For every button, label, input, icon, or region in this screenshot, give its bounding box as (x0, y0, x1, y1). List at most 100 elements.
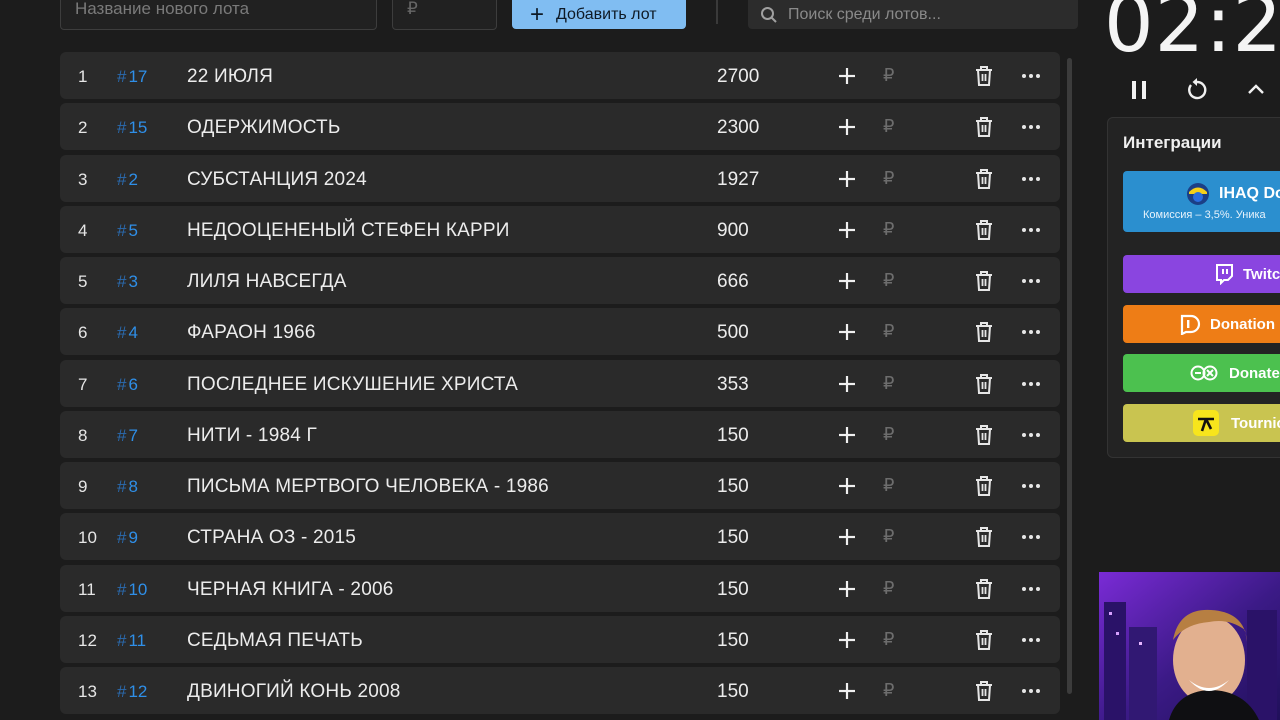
lot-title[interactable]: НЕДООЦЕНЕНЫЙ СТЕФЕН КАРРИ (187, 220, 510, 242)
trash-icon[interactable] (974, 578, 994, 600)
add-amount-icon[interactable] (836, 219, 858, 241)
lot-amount[interactable]: 500 (717, 322, 749, 344)
trash-icon[interactable] (974, 680, 994, 702)
lot-id[interactable]: #5 (117, 221, 138, 241)
lot-row[interactable]: 3 #2 СУБСТАНЦИЯ 2024 1927 ₽ (60, 154, 1060, 202)
more-icon[interactable] (1020, 169, 1042, 189)
trash-icon[interactable] (974, 373, 994, 395)
lot-amount[interactable]: 2700 (717, 66, 759, 88)
lot-title[interactable]: НИТИ - 1984 Г (187, 425, 317, 447)
chevron-up-icon[interactable] (1244, 78, 1268, 102)
trash-icon[interactable] (974, 629, 994, 651)
lot-amount[interactable]: 666 (717, 271, 749, 293)
more-icon[interactable] (1020, 374, 1042, 394)
lot-amount[interactable]: 150 (717, 476, 749, 498)
pause-icon[interactable] (1127, 78, 1151, 102)
lot-row[interactable]: 8 #7 НИТИ - 1984 Г 150 ₽ (60, 410, 1060, 458)
more-icon[interactable] (1020, 322, 1042, 342)
lot-id[interactable]: #4 (117, 323, 138, 343)
ruble-icon[interactable]: ₽ (883, 629, 894, 650)
lot-amount[interactable]: 150 (717, 425, 749, 447)
lot-name-input[interactable]: Название нового лота (60, 0, 377, 30)
lot-title[interactable]: ОДЕРЖИМОСТЬ (187, 117, 341, 139)
ruble-icon[interactable]: ₽ (883, 168, 894, 189)
add-amount-icon[interactable] (836, 526, 858, 548)
lot-id[interactable]: #2 (117, 170, 138, 190)
more-icon[interactable] (1020, 271, 1042, 291)
more-icon[interactable] (1020, 527, 1042, 547)
more-icon[interactable] (1020, 220, 1042, 240)
add-amount-icon[interactable] (836, 680, 858, 702)
more-icon[interactable] (1020, 630, 1042, 650)
trash-icon[interactable] (974, 475, 994, 497)
twitch-integration-button[interactable]: Twitc (1123, 255, 1280, 293)
trash-icon[interactable] (974, 219, 994, 241)
lot-row[interactable]: 5 #3 ЛИЛЯ НАВСЕГДА 666 ₽ (60, 257, 1060, 304)
lot-row[interactable]: 2 #15 ОДЕРЖИМОСТЬ 2300 ₽ (60, 103, 1060, 151)
add-amount-icon[interactable] (836, 373, 858, 395)
lot-row[interactable]: 11 #10 ЧЕРНАЯ КНИГА - 2006 150 ₽ (60, 564, 1060, 612)
add-amount-icon[interactable] (836, 65, 858, 87)
lot-title[interactable]: ЧЕРНАЯ КНИГА - 2006 (187, 579, 394, 601)
lot-title[interactable]: СЕДЬМАЯ ПЕЧАТЬ (187, 630, 363, 652)
lot-id[interactable]: #7 (117, 426, 138, 446)
lot-amount[interactable]: 150 (717, 681, 749, 703)
ihaq-integration-card[interactable]: IHAQ Do Комиссия – 3,5%. Уника (1123, 171, 1280, 232)
ruble-icon[interactable]: ₽ (883, 424, 894, 445)
lot-title[interactable]: СУБСТАНЦИЯ 2024 (187, 169, 367, 191)
ruble-icon[interactable]: ₽ (883, 373, 894, 394)
donatex-integration-button[interactable]: Donate (1123, 354, 1280, 392)
lot-row[interactable]: 6 #4 ФАРАОН 1966 500 ₽ (60, 308, 1060, 356)
add-amount-icon[interactable] (836, 629, 858, 651)
ruble-icon[interactable]: ₽ (883, 116, 894, 137)
lot-title[interactable]: ПОСЛЕДНЕЕ ИСКУШЕНИЕ ХРИСТА (187, 374, 518, 396)
add-amount-icon[interactable] (836, 475, 858, 497)
lot-amount-input[interactable]: ₽ (392, 0, 497, 30)
lot-row[interactable]: 13 #12 ДВИНОГИЙ КОНЬ 2008 150 ₽ (60, 667, 1060, 714)
trash-icon[interactable] (974, 270, 994, 292)
lot-title[interactable]: 22 ИЮЛЯ (187, 66, 273, 88)
lot-amount[interactable]: 900 (717, 220, 749, 242)
trash-icon[interactable] (974, 116, 994, 138)
lot-title[interactable]: ПИСЬМА МЕРТВОГО ЧЕЛОВЕКА - 1986 (187, 476, 549, 498)
add-amount-icon[interactable] (836, 116, 858, 138)
ruble-icon[interactable]: ₽ (883, 680, 894, 701)
lot-id[interactable]: #10 (117, 580, 147, 600)
lot-id[interactable]: #8 (117, 477, 138, 497)
restart-icon[interactable] (1185, 78, 1209, 102)
add-amount-icon[interactable] (836, 168, 858, 190)
trash-icon[interactable] (974, 526, 994, 548)
lot-row[interactable]: 7 #6 ПОСЛЕДНЕЕ ИСКУШЕНИЕ ХРИСТА 353 ₽ (60, 359, 1060, 407)
ruble-icon[interactable]: ₽ (883, 65, 894, 86)
lot-row[interactable]: 10 #9 СТРАНА ОЗ - 2015 150 ₽ (60, 513, 1060, 561)
ruble-icon[interactable]: ₽ (883, 270, 894, 291)
add-amount-icon[interactable] (836, 321, 858, 343)
lot-amount[interactable]: 150 (717, 527, 749, 549)
lot-row[interactable]: 1 #17 22 ИЮЛЯ 2700 ₽ (60, 52, 1060, 99)
add-lot-button[interactable]: + Добавить лот (512, 0, 686, 29)
add-amount-icon[interactable] (836, 424, 858, 446)
lot-title[interactable]: ЛИЛЯ НАВСЕГДА (187, 271, 347, 293)
ruble-icon[interactable]: ₽ (883, 321, 894, 342)
more-icon[interactable] (1020, 117, 1042, 137)
trash-icon[interactable] (974, 321, 994, 343)
tourniquet-integration-button[interactable]: Tournic (1123, 404, 1280, 442)
lot-id[interactable]: #11 (117, 631, 146, 651)
lot-id[interactable]: #12 (117, 682, 147, 702)
donationalerts-integration-button[interactable]: Donation (1123, 305, 1280, 343)
lot-row[interactable]: 9 #8 ПИСЬМА МЕРТВОГО ЧЕЛОВЕКА - 1986 150 ₽ (60, 462, 1060, 509)
lot-title[interactable]: ДВИНОГИЙ КОНЬ 2008 (187, 681, 401, 703)
lot-row[interactable]: 4 #5 НЕДООЦЕНЕНЫЙ СТЕФЕН КАРРИ 900 ₽ (60, 205, 1060, 253)
ruble-icon[interactable]: ₽ (883, 578, 894, 599)
lot-row[interactable]: 12 #11 СЕДЬМАЯ ПЕЧАТЬ 150 ₽ (60, 615, 1060, 663)
more-icon[interactable] (1020, 425, 1042, 445)
more-icon[interactable] (1020, 681, 1042, 701)
lot-amount[interactable]: 150 (717, 579, 749, 601)
lot-title[interactable]: ФАРАОН 1966 (187, 322, 316, 344)
lot-amount[interactable]: 1927 (717, 169, 759, 191)
lot-id[interactable]: #9 (117, 528, 138, 548)
add-amount-icon[interactable] (836, 578, 858, 600)
lot-id[interactable]: #15 (117, 118, 147, 138)
trash-icon[interactable] (974, 424, 994, 446)
lot-amount[interactable]: 2300 (717, 117, 759, 139)
